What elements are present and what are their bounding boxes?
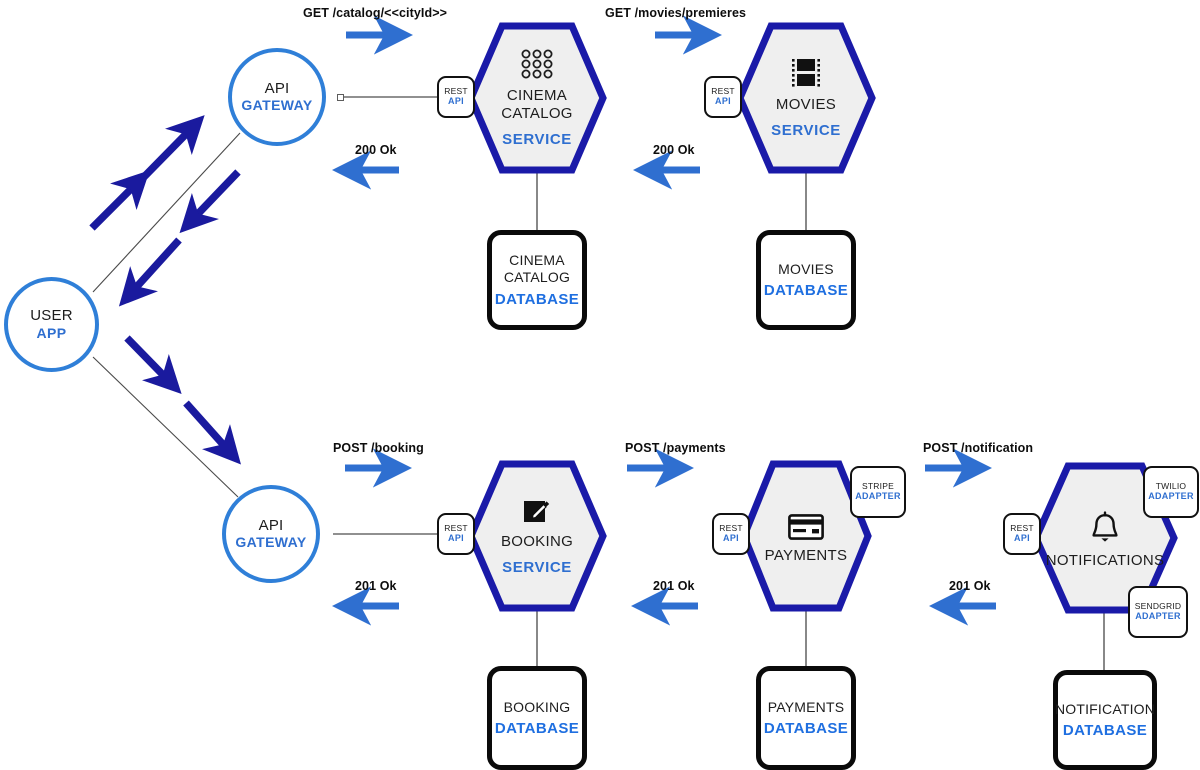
twilio-adapter-badge[interactable]: TWILIO ADAPTER [1143,466,1199,518]
cinema-catalog-db-line1: CINEMA [509,252,565,269]
movies-db-subtitle: DATABASE [763,282,849,300]
rest-api-badge-bottom: API [448,532,464,543]
cinema-catalog-db-subtitle: DATABASE [494,290,580,308]
rest-api-badge-notifications[interactable]: REST API [1003,513,1041,555]
label-request-payments: POST /payments [625,441,726,455]
notification-database-node[interactable]: NOTIFICATION DATABASE [1053,670,1157,770]
cinema-catalog-subtitle: SERVICE [502,130,572,148]
sendgrid-adapter-badge-bottom: ADAPTER [1135,610,1181,621]
credit-card-icon [788,513,824,540]
cinema-catalog-title-line2: CATALOG [501,104,573,122]
architecture-diagram-canvas: USER APP API GATEWAY API GATEWAY CINEMA … [0,0,1200,770]
diagram-nodes-layer: USER APP API GATEWAY API GATEWAY CINEMA … [0,0,1200,770]
movies-db-line1: MOVIES [778,260,834,277]
booking-database-node[interactable]: BOOKING DATABASE [487,666,587,770]
notification-db-line1: NOTIFICATION [1054,700,1156,717]
booking-db-subtitle: DATABASE [494,720,580,738]
rest-api-badge-bottom: API [723,532,739,543]
cinema-catalog-db-line2: CATALOG [503,269,571,285]
payments-db-subtitle: DATABASE [763,720,849,738]
rest-api-badge-movies[interactable]: REST API [704,76,742,118]
rest-api-badge-bottom: API [1014,532,1030,543]
booking-db-line1: BOOKING [503,698,571,715]
booking-title: BOOKING [500,532,574,550]
api-gateway-top-subtitle: GATEWAY [241,97,313,114]
movies-title: MOVIES [775,95,837,113]
label-request-movies-premieres: GET /movies/premieres [605,6,747,20]
payments-db-line1: PAYMENTS [767,698,845,715]
film-strip-icon [791,57,821,89]
rest-api-badge-bottom: API [715,95,731,106]
cinema-catalog-title-line1: CINEMA [506,87,568,105]
payments-title: PAYMENTS [764,546,848,564]
rest-api-badge-payments[interactable]: REST API [712,513,750,555]
movies-service-node[interactable]: MOVIES SERVICE [736,22,876,174]
user-app-title: USER [30,307,73,325]
label-request-booking: POST /booking [333,441,424,455]
label-response-booking: 201 Ok [355,579,397,593]
user-app-subtitle: APP [36,324,67,341]
api-gateway-top-title: API [264,79,290,97]
rest-api-badge-bottom: API [448,95,464,106]
api-gateway-bottom-title: API [258,516,284,534]
sendgrid-adapter-badge[interactable]: SENDGRID ADAPTER [1128,586,1188,638]
api-gateway-bottom-node[interactable]: API GATEWAY [222,485,320,583]
notification-db-subtitle: DATABASE [1062,722,1148,740]
label-request-catalog: GET /catalog/<<cityId>> [303,6,448,20]
stripe-adapter-badge[interactable]: STRIPE ADAPTER [850,466,906,518]
label-request-notification: POST /notification [923,441,1034,455]
api-gateway-bottom-subtitle: GATEWAY [235,534,307,551]
cinema-catalog-database-node[interactable]: CINEMA CATALOG DATABASE [487,230,587,330]
user-app-node[interactable]: USER APP [4,277,99,372]
movies-database-node[interactable]: MOVIES DATABASE [756,230,856,330]
edit-pencil-icon [522,496,552,526]
label-response-payments: 201 Ok [653,579,695,593]
label-response-movies: 200 Ok [653,143,695,157]
payments-database-node[interactable]: PAYMENTS DATABASE [756,666,856,770]
label-response-notification: 201 Ok [949,579,991,593]
gateway-top-port-connector [337,94,344,101]
booking-subtitle: SERVICE [502,559,572,577]
grid-dots-icon [520,48,554,80]
api-gateway-top-node[interactable]: API GATEWAY [228,48,326,146]
notifications-title: NOTIFICATIONS [1045,551,1165,569]
label-response-catalog: 200 Ok [355,143,397,157]
twilio-adapter-badge-bottom: ADAPTER [1148,490,1194,501]
rest-api-badge-cinema-catalog[interactable]: REST API [437,76,475,118]
rest-api-badge-booking[interactable]: REST API [437,513,475,555]
movies-subtitle: SERVICE [771,122,841,140]
bell-icon [1088,511,1122,545]
stripe-adapter-badge-bottom: ADAPTER [855,490,901,501]
cinema-catalog-service-node[interactable]: CINEMA CATALOG SERVICE [467,22,607,174]
booking-service-node[interactable]: BOOKING SERVICE [467,460,607,612]
